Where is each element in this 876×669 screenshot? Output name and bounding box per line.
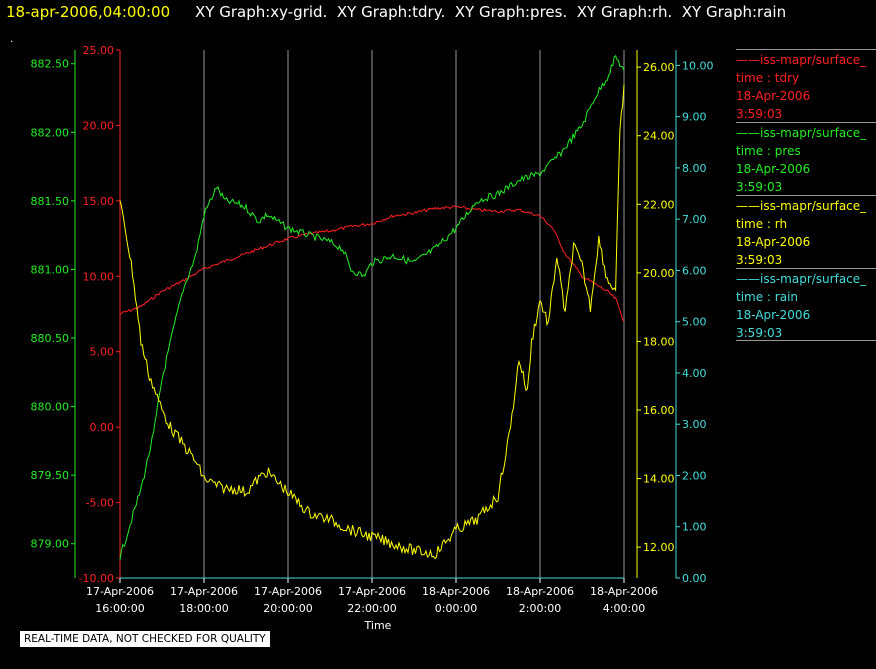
legend-time: 3:59:03 (736, 326, 783, 340)
tdry-tick-label: -10.00 (79, 572, 114, 585)
x-tick-time: 20:00:00 (263, 602, 312, 615)
rain-tick-label: 1.00 (682, 521, 707, 534)
tdry-tick-label: 15.00 (83, 195, 115, 208)
x-tick-date: 18-Apr-2006 (506, 585, 574, 598)
rh-tick-label: 26.00 (643, 61, 675, 74)
graph-title-pres: XY Graph:pres. (454, 3, 568, 21)
rain-tick-label: 10.00 (682, 59, 714, 72)
pres-tick-label: 882.00 (31, 126, 70, 139)
tdry-tick-label: 20.00 (83, 119, 115, 132)
x-tick-date: 17-Apr-2006 (86, 585, 154, 598)
rain-tick-label: 7.00 (682, 213, 707, 226)
rain-tick-label: 3.00 (682, 418, 707, 431)
legend-source: ——iss-mapr/surface_ (736, 126, 867, 140)
x-tick-time: 4:00:00 (603, 602, 645, 615)
rh-tick-label: 22.00 (643, 198, 675, 211)
rh-tick-label: 18.00 (643, 335, 675, 348)
rh-tick-label: 16.00 (643, 404, 675, 417)
rh-tick-label: 12.00 (643, 541, 675, 554)
x-tick-time: 0:00:00 (435, 602, 477, 615)
graph-title-rain: XY Graph:rain (681, 3, 787, 21)
rain-tick-label: 5.00 (682, 316, 707, 329)
pres-tick-label: 881.50 (31, 195, 70, 208)
x-tick-date: 17-Apr-2006 (170, 585, 238, 598)
rain-tick-label: 8.00 (682, 162, 707, 175)
legend-field: time : pres (736, 144, 801, 158)
legend-time: 3:59:03 (736, 180, 783, 194)
tdry-tick-label: 25.00 (83, 44, 115, 57)
pres-tick-label: 879.00 (31, 538, 70, 551)
quality-disclaimer: REAL-TIME DATA, NOT CHECKED FOR QUALITY (20, 631, 270, 647)
rh-tick-label: 24.00 (643, 130, 675, 143)
legend-date: 18-Apr-2006 (736, 308, 811, 322)
legend-date: 18-Apr-2006 (736, 235, 811, 249)
x-tick-date: 18-Apr-2006 (590, 585, 658, 598)
legend-item-rh[interactable]: ——iss-mapr/surface_ time : rh 18-Apr-200… (736, 195, 876, 268)
x-tick-time: 22:00:00 (347, 602, 396, 615)
legend-field: time : tdry (736, 71, 800, 85)
rain-tick-label: 9.00 (682, 111, 707, 124)
tdry-tick-label: 0.00 (90, 421, 115, 434)
pres-tick-label: 880.00 (31, 401, 70, 414)
legend-item-pres[interactable]: ——iss-mapr/surface_ time : pres 18-Apr-2… (736, 122, 876, 195)
tdry-tick-label: 10.00 (83, 270, 115, 283)
x-tick-date: 18-Apr-2006 (422, 585, 490, 598)
x-tick-date: 17-Apr-2006 (338, 585, 406, 598)
graph-title-tdry: XY Graph:tdry. (336, 3, 446, 21)
x-tick-time: 16:00:00 (95, 602, 144, 615)
header-datetime: 18-apr-2006,04:00:00 (6, 3, 171, 21)
x-tick-time: 18:00:00 (179, 602, 228, 615)
legend-source: ——iss-mapr/surface_ (736, 199, 867, 213)
marker-dot: . (10, 34, 14, 45)
header-graph-titles: XY Graph:xy-grid. XY Graph:tdry. XY Grap… (195, 3, 786, 21)
legend-source: ——iss-mapr/surface_ (736, 272, 867, 286)
legend-time: 3:59:03 (736, 253, 783, 267)
graph-title-rh: XY Graph:rh. (576, 3, 673, 21)
legend-time: 3:59:03 (736, 107, 783, 121)
rh-tick-label: 14.00 (643, 473, 675, 486)
rain-tick-label: 2.00 (682, 469, 707, 482)
legend-date: 18-Apr-2006 (736, 162, 811, 176)
rh-tick-label: 20.00 (643, 267, 675, 280)
pres-tick-label: 879.50 (31, 469, 70, 482)
x-axis-label: Time (364, 619, 392, 632)
pres-tick-label: 880.50 (31, 332, 70, 345)
legend-date: 18-Apr-2006 (736, 89, 811, 103)
graph-title-xy-grid: XY Graph:xy-grid. (195, 3, 328, 21)
legend-source: ——iss-mapr/surface_ (736, 53, 867, 67)
legend-item-tdry[interactable]: ——iss-mapr/surface_ time : tdry 18-Apr-2… (736, 49, 876, 122)
tdry-tick-label: 5.00 (90, 346, 115, 359)
legend: ——iss-mapr/surface_ time : tdry 18-Apr-2… (736, 49, 876, 341)
pres-tick-label: 882.50 (31, 58, 70, 71)
tdry-tick-label: -5.00 (86, 497, 114, 510)
legend-field: time : rain (736, 290, 799, 304)
rain-tick-label: 0.00 (682, 572, 707, 585)
rain-tick-label: 6.00 (682, 264, 707, 277)
x-tick-time: 2:00:00 (519, 602, 561, 615)
pres-tick-label: 881.00 (31, 263, 70, 276)
legend-item-rain[interactable]: ——iss-mapr/surface_ time : rain 18-Apr-2… (736, 268, 876, 341)
legend-field: time : rh (736, 217, 788, 231)
rain-tick-label: 4.00 (682, 367, 707, 380)
x-tick-date: 17-Apr-2006 (254, 585, 322, 598)
